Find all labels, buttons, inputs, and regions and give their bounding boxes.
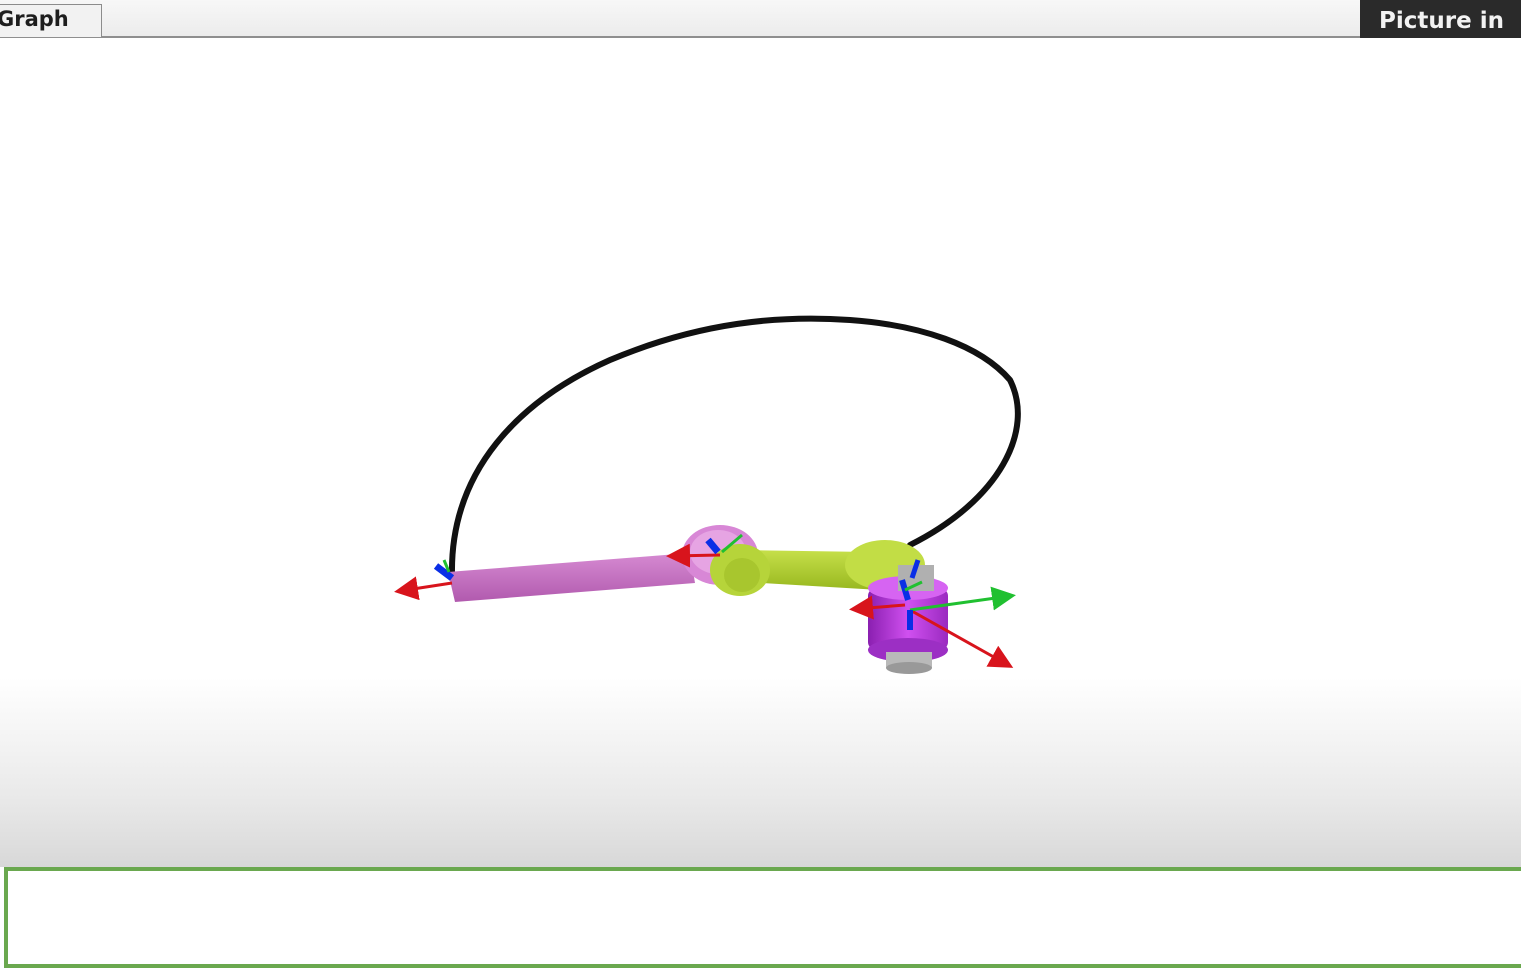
tab-bar: Graph [0,0,1521,38]
robot-arm-scene [394,315,1021,674]
bottom-panel [4,867,1521,968]
tab-graph[interactable]: Graph [0,4,102,37]
frame-end-effector [394,559,455,601]
3d-viewport[interactable] [0,38,1521,867]
